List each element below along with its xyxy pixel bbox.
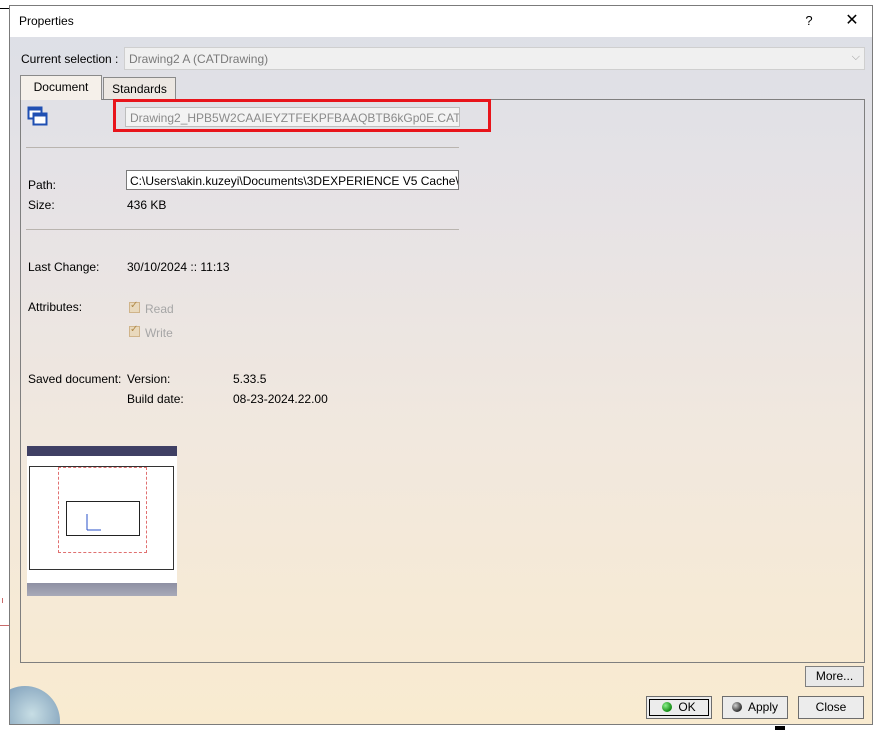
background-globe — [10, 686, 60, 724]
window-title: Properties — [19, 14, 74, 28]
build-date-label: Build date: — [127, 392, 184, 406]
highlight-box — [113, 99, 491, 132]
title-bar[interactable]: Properties ? ✕ — [10, 6, 872, 37]
help-button[interactable]: ? — [797, 10, 821, 32]
thumbnail-bottom-bar — [27, 583, 177, 596]
thumbnail-top-bar — [27, 446, 177, 456]
path-field[interactable]: C:\Users\akin.kuzeyi\Documents\3DEXPERIE… — [126, 170, 459, 190]
version-label: Version: — [127, 372, 171, 386]
last-change-value: 30/10/2024 :: 11:13 — [127, 260, 230, 274]
apply-button[interactable]: Apply — [722, 696, 788, 719]
close-icon[interactable]: ✕ — [840, 10, 864, 32]
path-value: C:\Users\akin.kuzeyi\Documents\3DEXPERIE… — [130, 174, 459, 188]
apply-label: Apply — [747, 700, 779, 714]
thumbnail-view-frame — [66, 501, 140, 536]
current-selection-value: Drawing2 A (CATDrawing) — [129, 52, 269, 66]
version-value: 5.33.5 — [233, 372, 267, 386]
write-checkbox-label: Write — [145, 326, 173, 340]
saved-document-label: Saved document: — [28, 372, 122, 386]
drawing-thumbnail — [27, 446, 177, 596]
path-label: Path: — [28, 178, 57, 192]
thumbnail-sheet — [29, 466, 174, 570]
read-checkbox[interactable] — [129, 300, 140, 313]
grey-dot-icon — [731, 702, 742, 712]
close-button[interactable]: Close — [798, 696, 864, 719]
background-mark — [775, 726, 785, 730]
tab-standards[interactable]: Standards — [103, 77, 176, 99]
more-button[interactable]: More... — [805, 666, 864, 687]
chevron-down-icon[interactable]: ⌵ — [852, 51, 860, 64]
last-change-label: Last Change: — [28, 260, 100, 274]
current-selection-dropdown[interactable]: Drawing2 A (CATDrawing) ⌵ — [124, 47, 865, 70]
ok-label: OK — [678, 700, 696, 714]
attributes-label: Attributes: — [28, 300, 83, 314]
write-checkbox[interactable] — [129, 324, 140, 337]
ok-button[interactable]: OK — [646, 696, 712, 719]
read-checkbox-label: Read — [145, 302, 174, 316]
tab-document[interactable]: Document — [20, 75, 102, 100]
separator — [26, 229, 459, 230]
current-selection-label: Current selection : — [21, 52, 119, 66]
separator — [26, 147, 459, 148]
windows-stack-icon — [27, 106, 48, 126]
size-label: Size: — [28, 198, 55, 212]
document-panel: Drawing2_HPB5W2CAAIEYZTFEKPFBAAQBTB6kGp0… — [20, 99, 865, 663]
properties-dialog: Properties ? ✕ Current selection : Drawi… — [9, 5, 873, 725]
axis-icon — [86, 514, 101, 531]
background-red-tick — [2, 598, 3, 603]
green-dot-icon — [662, 702, 673, 712]
size-value: 436 KB — [127, 198, 167, 212]
build-date-value: 08-23-2024.22.00 — [233, 392, 328, 406]
